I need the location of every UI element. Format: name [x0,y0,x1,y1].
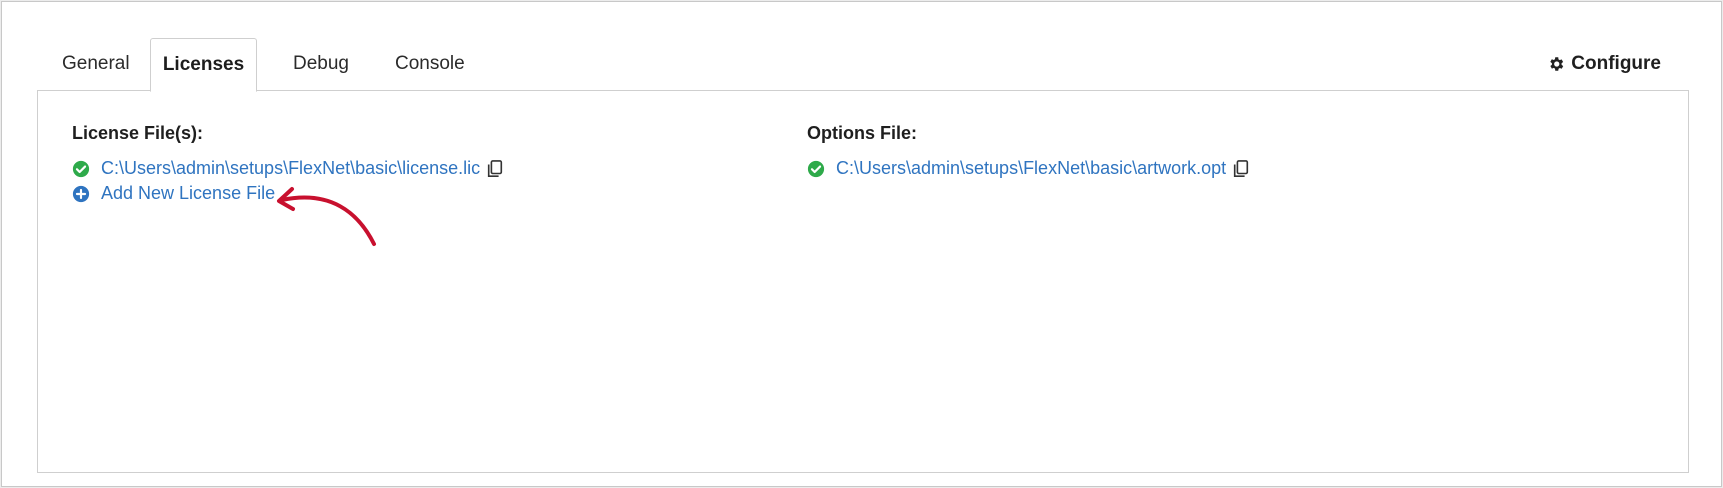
check-circle-icon [72,160,90,177]
license-files-title: License File(s): [72,123,204,143]
license-file-row: C:\Users\admin\setups\FlexNet\basic\lice… [72,158,504,179]
options-file-link[interactable]: C:\Users\admin\setups\FlexNet\basic\artw… [836,158,1226,179]
check-circle-icon [807,160,825,177]
gear-icon [1550,57,1564,71]
add-license-row[interactable]: Add New License File [72,183,275,204]
settings-window: General Licenses Debug Console Configure… [1,1,1722,487]
copy-icon[interactable] [1232,159,1250,179]
tab-licenses[interactable]: Licenses [150,38,257,92]
configure-label: Configure [1571,53,1661,74]
licenses-panel: License File(s): C:\Users\admin\setups\F… [37,90,1689,473]
options-file-row: C:\Users\admin\setups\FlexNet\basic\artw… [807,158,1250,179]
tab-bar: General Licenses Debug Console Configure [38,38,1686,92]
copy-icon[interactable] [486,159,504,179]
options-file-title: Options File: [807,123,917,143]
add-new-license-link[interactable]: Add New License File [101,183,275,204]
tab-console[interactable]: Console [395,38,465,90]
tab-general[interactable]: General [62,38,130,90]
tab-debug[interactable]: Debug [293,38,349,90]
plus-circle-icon [72,185,90,202]
license-file-link[interactable]: C:\Users\admin\setups\FlexNet\basic\lice… [101,158,480,179]
configure-button[interactable]: Configure [1547,38,1661,90]
